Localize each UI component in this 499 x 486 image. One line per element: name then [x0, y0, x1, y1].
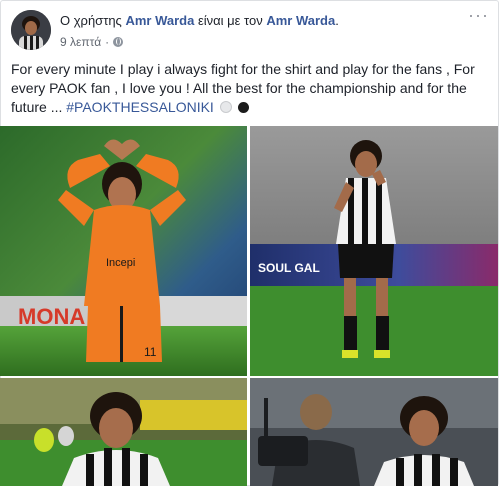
- photo-2[interactable]: SOUL GAL: [250, 126, 498, 376]
- shorts-number-text: 11: [144, 345, 157, 359]
- photo-1[interactable]: MONA Incepi 11: [0, 126, 247, 376]
- jersey-sponsor-text: Incepi: [106, 257, 135, 269]
- globe-icon[interactable]: [113, 37, 124, 47]
- banner-text-2: SOUL GAL: [258, 261, 320, 275]
- post-header: Ο χρήστης Amr Warda είναι με τον Amr War…: [60, 13, 339, 28]
- author-link[interactable]: Amr Warda: [125, 13, 194, 28]
- author-prefix: Ο χρήστης: [60, 13, 126, 28]
- more-options-icon[interactable]: ···: [468, 6, 489, 24]
- with-connector: είναι με τον: [194, 13, 267, 28]
- photo-3[interactable]: [0, 378, 247, 486]
- post-text: For every minute I play i always fight f…: [11, 60, 489, 117]
- header-tail: .: [335, 13, 339, 28]
- white-circle-emoji: [219, 101, 232, 113]
- photo-4[interactable]: [250, 378, 498, 486]
- tagged-user-link[interactable]: Amr Warda: [266, 13, 335, 28]
- black-circle-emoji: [237, 102, 249, 113]
- banner-text-1: MONA: [18, 304, 85, 329]
- avatar[interactable]: [11, 10, 51, 50]
- meta-separator: ·: [105, 35, 110, 49]
- post-meta: 9 λεπτά ·: [60, 35, 124, 49]
- hashtag-link[interactable]: #PAOKTHESSALONIKI: [66, 99, 214, 115]
- timestamp-link[interactable]: 9 λεπτά: [60, 35, 101, 49]
